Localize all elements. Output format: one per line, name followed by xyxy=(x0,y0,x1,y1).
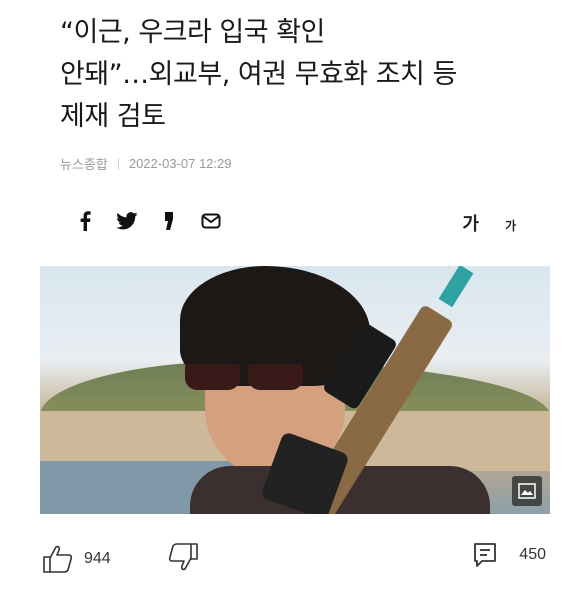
thumbs-up-icon xyxy=(43,545,73,573)
facebook-icon[interactable] xyxy=(74,210,96,232)
font-size-controls: 가 가 xyxy=(462,210,516,236)
thumbs-down-icon xyxy=(168,543,198,571)
comments-button[interactable]: 450 xyxy=(473,542,546,568)
comment-icon xyxy=(474,543,497,567)
divider xyxy=(117,157,119,170)
article-headline: “이근, 우크라 입국 확인 안돼”…외교부, 여권 무효화 조치 등 제재 검… xyxy=(60,12,530,138)
photo-rifle-tip xyxy=(438,266,474,308)
article-meta: 뉴스종합 2022-03-07 12:29 xyxy=(60,154,232,173)
article-photo[interactable] xyxy=(40,266,550,514)
share-bar xyxy=(74,210,242,232)
font-size-large-button[interactable]: 가 xyxy=(462,210,479,236)
mail-icon[interactable] xyxy=(200,210,222,232)
dislike-button[interactable] xyxy=(167,542,199,576)
headline-line: 제재 검토 xyxy=(60,101,166,132)
image-icon[interactable] xyxy=(512,476,542,506)
kakaostory-icon[interactable] xyxy=(158,210,180,232)
reaction-bar: 944 xyxy=(42,542,199,576)
like-button[interactable]: 944 xyxy=(42,544,111,574)
headline-line: “이근, 우크라 입국 확인 xyxy=(60,17,325,48)
publish-datetime: 2022-03-07 12:29 xyxy=(128,156,232,171)
comment-count: 450 xyxy=(519,546,546,563)
headline-line: 안돼”…외교부, 여권 무효화 조치 등 xyxy=(60,59,457,90)
font-size-small-button[interactable]: 가 xyxy=(505,217,516,234)
like-count: 944 xyxy=(84,550,111,567)
twitter-icon[interactable] xyxy=(116,210,138,232)
photo-sunglasses xyxy=(185,364,315,392)
source-label: 뉴스종합 xyxy=(60,157,108,172)
